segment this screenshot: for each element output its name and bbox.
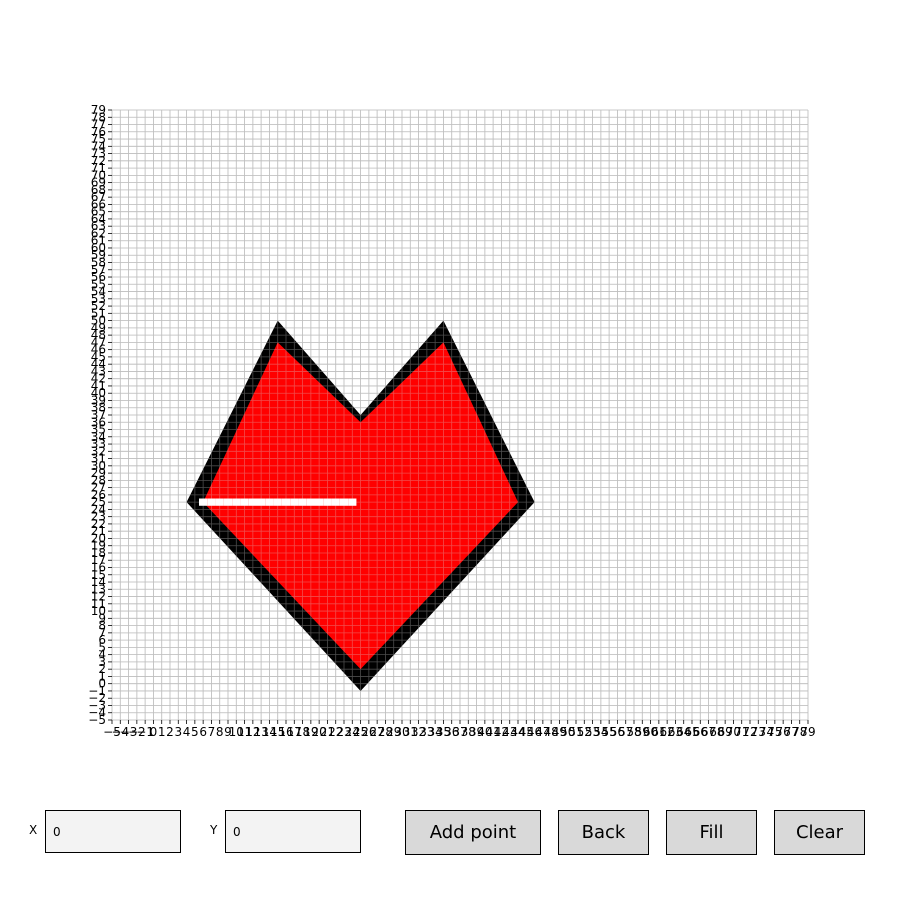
marker-cell: [240, 498, 249, 506]
x-tick-label: 1: [158, 725, 166, 739]
x-tick-label: 8: [216, 725, 224, 739]
x-tick-label: 7: [208, 725, 216, 739]
marker-cell: [257, 498, 266, 506]
marker-cell: [323, 498, 332, 506]
x-tick-label: 0: [150, 725, 158, 739]
marker-cell: [199, 498, 208, 506]
grid-canvas[interactable]: −5−4−3−2−10 1 2 3 4 5 6 7 8 910111213141516171819…: [0, 0, 900, 760]
x-tick-label: 6: [199, 725, 207, 739]
marker-cell: [290, 498, 299, 506]
marker-cell: [273, 498, 282, 506]
back-button[interactable]: Back: [558, 810, 649, 855]
y-label: Y: [210, 823, 218, 837]
marker-cell: [339, 498, 349, 506]
x-tick-label: 4: [183, 725, 191, 739]
y-input[interactable]: [225, 810, 361, 853]
x-tick-label: 2: [166, 725, 174, 739]
marker-cell: [223, 498, 233, 506]
marker-cell: [207, 498, 216, 506]
grid-overlay: [111, 109, 809, 721]
marker-cell: [348, 498, 357, 506]
x-tick-label: 3: [174, 725, 182, 739]
plot-area[interactable]: −5 −4 −3 −2 −1 0 1 2 3 4 5 6 7 8 9 10 11 12 13 14 15 16 17 18 19…: [0, 0, 900, 760]
x-label: X: [29, 823, 38, 837]
fill-button[interactable]: Fill: [666, 810, 757, 855]
add-point-button[interactable]: Add point: [405, 810, 541, 855]
marker-cell: [232, 498, 241, 506]
x-tick-label: 79: [800, 725, 815, 739]
x-tick-label: 5: [191, 725, 199, 739]
marker-cell: [298, 498, 307, 506]
y-tick-label: 79: [91, 103, 106, 117]
marker-cell: [281, 498, 291, 506]
marker-cell: [265, 498, 274, 506]
clear-button[interactable]: Clear: [774, 810, 865, 855]
x-input[interactable]: [45, 810, 181, 853]
marker-cell: [331, 498, 340, 506]
marker-cell: [315, 498, 324, 506]
marker-cell: [215, 498, 224, 506]
marker-cell: [306, 498, 315, 506]
marker-cell: [248, 498, 257, 506]
